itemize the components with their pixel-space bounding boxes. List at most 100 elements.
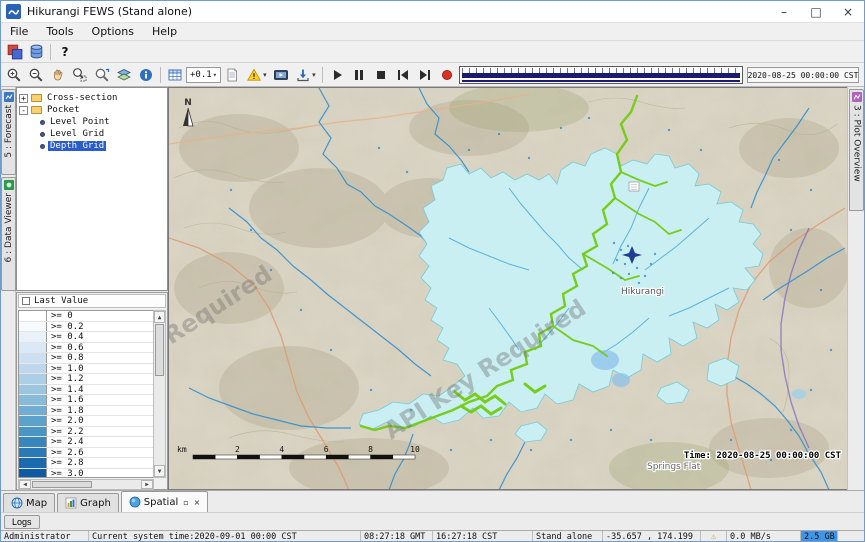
layers-button[interactable]	[113, 65, 135, 85]
scrollbar-thumb[interactable]	[155, 324, 164, 376]
document-icon	[224, 67, 240, 83]
zoom-out-button[interactable]	[25, 65, 47, 85]
status-local-time: 16:27:18 CST	[433, 531, 533, 542]
svg-text:km: km	[177, 445, 187, 454]
scrollbar-thumb[interactable]	[32, 481, 92, 488]
tab-close-icon[interactable]: ×	[194, 498, 201, 507]
legend-row[interactable]: >= 2.6	[19, 448, 153, 459]
time-slider[interactable]	[459, 66, 743, 84]
export-button[interactable]: ▾	[292, 65, 319, 85]
legend-swatch	[19, 343, 47, 353]
database-button[interactable]	[25, 42, 47, 62]
record-button[interactable]	[436, 65, 458, 85]
legend-row[interactable]: >= 1.2	[19, 374, 153, 385]
stop-button[interactable]	[370, 65, 392, 85]
status-coordinates: -35.657 , 174.199	[603, 531, 701, 542]
logs-button[interactable]: Logs	[4, 515, 40, 529]
legend-row[interactable]: >= 2.8	[19, 458, 153, 469]
legend-swatch	[19, 364, 47, 374]
map-canvas[interactable]: API Key Required API Key Required Hikura…	[169, 88, 849, 490]
menu-help[interactable]: Help	[143, 24, 186, 39]
maximize-button[interactable]: □	[800, 1, 832, 22]
current-time-display: 2020-08-25 00:00:00 CST	[747, 67, 859, 83]
threshold-warning-button[interactable]: ▾	[243, 65, 270, 85]
zoom-box-icon	[72, 67, 88, 83]
legend-row[interactable]: >= 2.2	[19, 427, 153, 438]
bottom-tab-bar: Map Graph Spatial ▫ ×	[1, 490, 864, 512]
zoom-previous-button[interactable]	[91, 65, 113, 85]
legend-horizontal-scrollbar[interactable]: ◀ ▶	[18, 479, 154, 490]
tree-item-pocket[interactable]: - Pocket	[19, 104, 165, 116]
report-button[interactable]	[221, 65, 243, 85]
stop-icon	[373, 67, 389, 83]
tab-map[interactable]: Map	[3, 493, 55, 512]
legend-swatch	[19, 395, 47, 405]
skip-to-start-button[interactable]	[392, 65, 414, 85]
data-tree-panel: + Cross-section - Pocket Level Point Lev…	[16, 87, 168, 291]
legend-vertical-scrollbar[interactable]: ▲ ▼	[153, 310, 166, 478]
tab-map-label: Map	[26, 498, 47, 509]
scroll-up-icon[interactable]: ▲	[154, 311, 165, 323]
scroll-right-icon[interactable]: ▶	[141, 480, 153, 489]
legend-row[interactable]: >= 3.0	[19, 469, 153, 479]
zoom-box-button[interactable]	[69, 65, 91, 85]
expand-toggle-icon[interactable]: +	[19, 94, 28, 103]
tree-item-level-grid[interactable]: Level Grid	[19, 128, 165, 140]
table-view-button[interactable]	[164, 65, 186, 85]
globe-icon	[11, 497, 23, 509]
interval-selector[interactable]: +0.1 ▾	[186, 67, 221, 83]
close-button[interactable]: ×	[832, 1, 864, 22]
map-time-label: Time: 2020-08-25 00:00:00 CST	[684, 450, 842, 461]
menu-options[interactable]: Options	[83, 24, 143, 39]
legend-row[interactable]: >= 2.0	[19, 416, 153, 427]
svg-text:6: 6	[324, 445, 329, 454]
tree-item-depth-grid[interactable]: Depth Grid	[19, 140, 165, 152]
pan-button[interactable]	[47, 65, 69, 85]
legend-row[interactable]: >= 0.8	[19, 353, 153, 364]
map-panel[interactable]: API Key Required API Key Required Hikura…	[168, 87, 849, 490]
legend-row[interactable]: >= 0.4	[19, 332, 153, 343]
tab-float-icon[interactable]: ▫	[183, 498, 188, 507]
info-button[interactable]	[135, 65, 157, 85]
zoom-in-button[interactable]	[3, 65, 25, 85]
legend-row[interactable]: >= 1.4	[19, 385, 153, 396]
status-gmt-time: 08:27:18 GMT	[361, 531, 433, 542]
tab-forecast[interactable]: 5 : Forecast	[1, 89, 16, 175]
menu-tools[interactable]: Tools	[37, 24, 82, 39]
svg-text:8: 8	[368, 445, 373, 454]
minimize-button[interactable]: –	[768, 1, 800, 22]
skip-end-icon	[417, 67, 433, 83]
legend-row[interactable]: >= 1.6	[19, 395, 153, 406]
zoom-previous-icon	[94, 67, 110, 83]
right-tab-strip: 3 : Plot Overview	[847, 87, 864, 490]
tab-plot-overview[interactable]: 3 : Plot Overview	[849, 89, 864, 211]
legend-row[interactable]: >= 1.0	[19, 364, 153, 375]
collapse-toggle-icon[interactable]: -	[19, 106, 28, 115]
tab-graph[interactable]: Graph	[57, 493, 119, 512]
pause-button[interactable]	[348, 65, 370, 85]
legend-swatch	[19, 406, 47, 416]
skip-to-end-button[interactable]	[414, 65, 436, 85]
chevron-down-icon: ▾	[312, 71, 316, 79]
animation-display-button[interactable]	[270, 65, 292, 85]
main-area: 5 : Forecast 6 : Data Viewer + Cross-sec…	[1, 87, 864, 490]
tab-data-viewer[interactable]: 6 : Data Viewer	[1, 177, 16, 291]
legend-row[interactable]: >= 0.6	[19, 343, 153, 354]
play-button[interactable]	[326, 65, 348, 85]
help-button[interactable]: ?	[54, 42, 76, 62]
tree-item-level-point[interactable]: Level Point	[19, 116, 165, 128]
status-warning-icon[interactable]: ⚠	[701, 531, 727, 542]
scroll-down-icon[interactable]: ▼	[154, 465, 165, 477]
tab-data-viewer-label: 6 : Data Viewer	[4, 193, 14, 262]
menu-file[interactable]: File	[1, 24, 37, 39]
legend-row[interactable]: >= 1.8	[19, 406, 153, 417]
last-value-checkbox[interactable]	[22, 297, 30, 305]
legend-row[interactable]: >= 0	[19, 311, 153, 322]
scroll-left-icon[interactable]: ◀	[19, 480, 31, 489]
tab-spatial[interactable]: Spatial ▫ ×	[121, 491, 209, 512]
tree-item-cross-section[interactable]: + Cross-section	[19, 92, 165, 104]
legend-row[interactable]: >= 2.4	[19, 437, 153, 448]
explorer-button[interactable]	[3, 42, 25, 62]
legend-row[interactable]: >= 0.2	[19, 322, 153, 333]
database-icon	[28, 43, 45, 60]
